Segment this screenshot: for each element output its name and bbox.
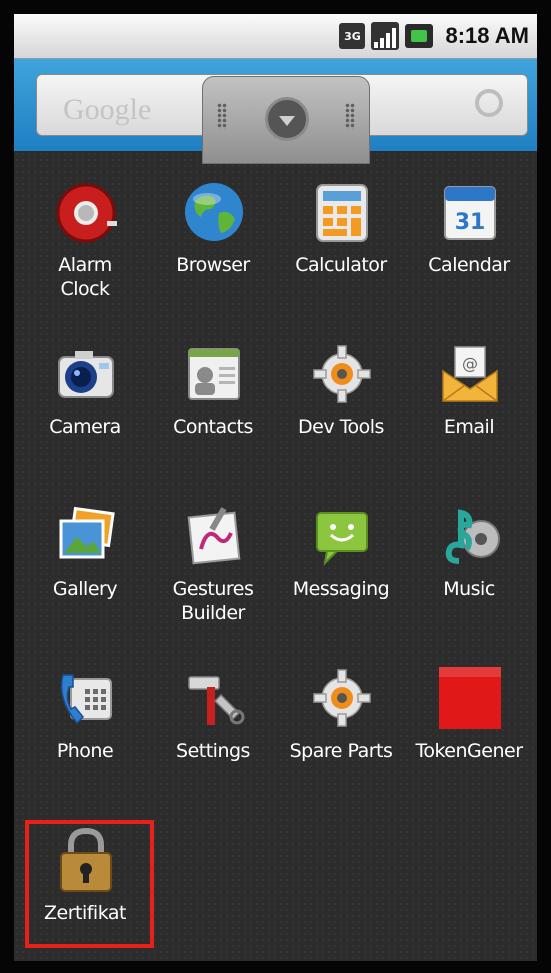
app-gestures-builder[interactable]: Gestures Builder [149, 503, 277, 653]
device-screen: 3G 8:18 AM Google Alarm Clock Browser Ca… [0, 0, 551, 973]
app-calculator[interactable]: Calculator [277, 179, 405, 329]
browser-globe-icon [181, 179, 247, 245]
app-camera[interactable]: Camera [21, 341, 149, 491]
gestures-builder-icon [181, 503, 247, 569]
app-browser[interactable]: Browser [149, 179, 277, 329]
app-settings[interactable]: Settings [149, 665, 277, 815]
app-gallery[interactable]: Gallery [21, 503, 149, 653]
app-alarm-clock[interactable]: Alarm Clock [21, 179, 149, 329]
music-icon [437, 503, 503, 569]
search-icon[interactable] [475, 89, 503, 117]
spare-parts-gear-icon [309, 665, 375, 731]
app-dev-tools[interactable]: Dev Tools [277, 341, 405, 491]
search-placeholder: Google [63, 93, 152, 126]
app-label: Dev Tools [298, 416, 384, 438]
app-calendar[interactable]: 31 Calendar [405, 179, 533, 329]
app-token-generator[interactable]: TokenGener [405, 665, 533, 815]
calendar-icon: 31 [437, 179, 503, 245]
status-icons: 3G 8:18 AM [339, 20, 529, 52]
token-generator-icon [437, 665, 503, 731]
signal-strength-icon [371, 22, 400, 50]
drawer-handle[interactable] [202, 76, 370, 164]
dev-tools-gear-icon [309, 341, 375, 407]
app-label: Gallery [52, 578, 118, 600]
settings-tools-icon [181, 665, 247, 731]
highlight-box [25, 820, 154, 948]
calendar-day: 31 [455, 210, 486, 235]
app-label: Alarm Clock [58, 254, 112, 300]
app-spare-parts[interactable]: Spare Parts [277, 665, 405, 815]
gallery-icon [53, 503, 119, 569]
app-label: Music [443, 578, 495, 600]
status-bar: 3G 8:18 AM [14, 14, 537, 59]
network-3g-icon: 3G [339, 23, 366, 49]
app-label: Gestures Builder [172, 578, 254, 624]
battery-icon [405, 24, 434, 48]
grip-dots-icon [217, 103, 227, 129]
app-drawer[interactable]: Alarm Clock Browser Calculator 31 Calend… [14, 151, 537, 961]
app-label: Browser [176, 254, 250, 276]
app-label: Messaging [292, 578, 390, 600]
app-label: Email [443, 416, 495, 438]
app-contacts[interactable]: Contacts [149, 341, 277, 491]
app-label: Calendar [428, 254, 510, 276]
svg-text:@: @ [462, 354, 478, 373]
phone-icon [53, 665, 119, 731]
app-music[interactable]: Music [405, 503, 533, 653]
alarm-clock-icon [53, 179, 119, 245]
camera-icon [53, 341, 119, 407]
app-phone[interactable]: Phone [21, 665, 149, 815]
contacts-icon [181, 341, 247, 407]
app-label: Phone [56, 740, 114, 762]
messaging-icon [309, 503, 375, 569]
app-label: Calculator [295, 254, 387, 276]
app-label: Camera [49, 416, 121, 438]
app-email[interactable]: @ Email [405, 341, 533, 491]
app-label: Contacts [173, 416, 253, 438]
app-label: Spare Parts [289, 740, 393, 762]
calculator-icon [309, 179, 375, 245]
status-time: 8:18 AM [445, 23, 529, 48]
grip-dots-icon [345, 103, 355, 129]
email-envelope-icon: @ [437, 341, 503, 407]
app-label: Settings [176, 740, 250, 762]
app-label: TokenGener [415, 740, 523, 762]
app-messaging[interactable]: Messaging [277, 503, 405, 653]
close-drawer-arrow-icon[interactable] [265, 97, 309, 141]
